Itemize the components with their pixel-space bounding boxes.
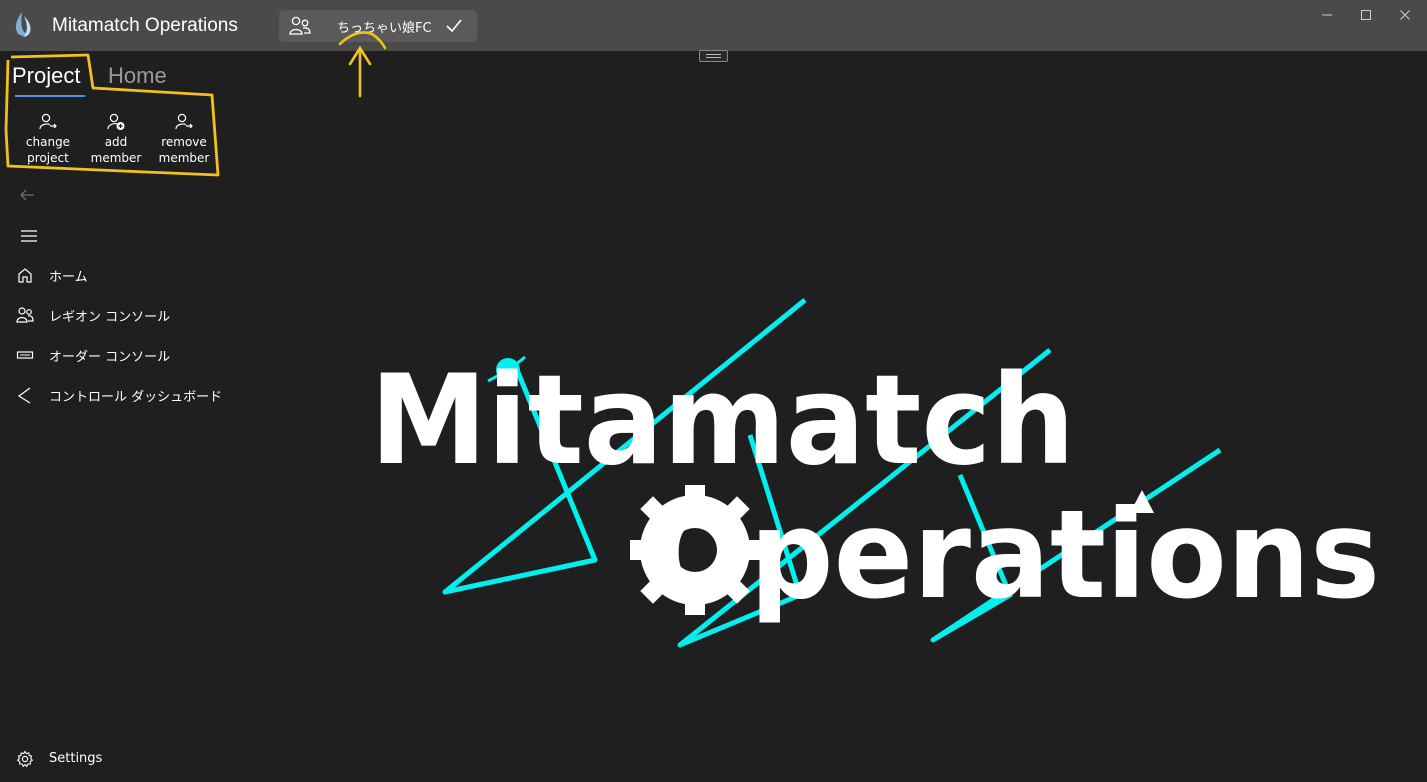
nav-item-label: レギオン コンソール [49, 310, 171, 325]
mitamatch-operations-logo: Mitamatch Operations [370, 298, 1380, 648]
maximize-button[interactable] [1346, 4, 1386, 26]
person-remove-icon [175, 113, 193, 130]
minimize-icon [1322, 14, 1332, 16]
back-arrow-icon[interactable] [18, 186, 36, 204]
remove-member-label: remove member [158, 135, 210, 165]
hamburger-menu-icon[interactable] [20, 228, 38, 244]
remove-member-button[interactable]: remove member [151, 112, 217, 166]
home-icon [18, 268, 32, 283]
app-icon [15, 12, 31, 37]
add-member-label: add member [90, 135, 142, 165]
dashboard-icon [17, 387, 31, 404]
order-icon [16, 351, 34, 359]
tab-home[interactable]: Home [108, 63, 167, 89]
active-tab-indicator [15, 95, 85, 97]
person-add-icon [107, 113, 125, 130]
nav-item-label: コントロール ダッシュボード [49, 390, 223, 405]
nav-item-label: オーダー コンソール [49, 350, 171, 365]
title-bar: Mitamatch Operations ちっちゃい娘FC [0, 0, 1427, 51]
check-icon[interactable] [445, 17, 463, 35]
group-icon [289, 16, 311, 35]
nav-item-label: ホーム [49, 270, 88, 285]
ribbon-collapse-handle[interactable] [699, 50, 728, 62]
gear-icon [16, 750, 34, 768]
change-project-button[interactable]: change project [15, 112, 81, 166]
logo-line1: Mitamatch [370, 349, 1075, 493]
project-name: ちっちゃい娘FC [337, 21, 432, 36]
project-selector[interactable]: ちっちゃい娘FC [279, 10, 477, 42]
close-button[interactable] [1385, 4, 1425, 26]
close-icon [1400, 10, 1410, 20]
minimize-button[interactable] [1307, 4, 1347, 26]
maximize-icon [1361, 10, 1371, 20]
change-project-label: change project [25, 135, 71, 165]
window-title: Mitamatch Operations [52, 15, 238, 36]
tab-project[interactable]: Project [12, 63, 80, 89]
person-swap-icon [39, 113, 57, 130]
add-member-button[interactable]: add member [83, 112, 149, 166]
people-icon [16, 307, 34, 323]
logo-line2: Operations [650, 484, 1380, 626]
settings-label: Settings [49, 751, 103, 766]
